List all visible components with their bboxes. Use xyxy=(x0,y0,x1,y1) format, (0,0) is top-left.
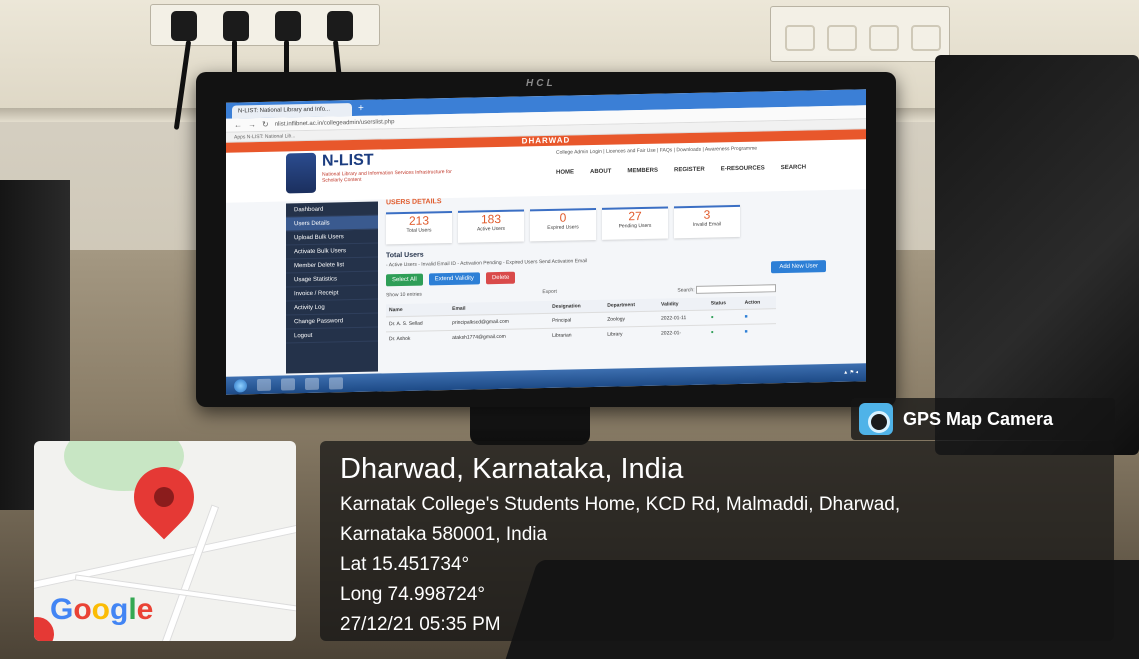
stat-label: Invalid Email xyxy=(692,221,722,228)
stats-row: 213 Total Users 183 Active Users 0 Expir… xyxy=(386,202,866,245)
delete-button[interactable]: Delete xyxy=(485,271,516,285)
location-city: Dharwad, Karnataka, India xyxy=(340,453,684,485)
stat-label: Expired Users xyxy=(547,224,579,231)
cell-department: Library xyxy=(604,326,659,342)
nav-register[interactable]: REGISTER xyxy=(674,167,705,174)
site-logo[interactable]: N-LIST National Library and Information … xyxy=(286,150,466,196)
stat-pending-users[interactable]: 27 Pending Users xyxy=(602,206,668,240)
cell-name: Dr. A. S. Sellad xyxy=(386,315,450,332)
users-content: USERS DETAILS 213 Total Users 183 Active… xyxy=(386,189,866,379)
col-action[interactable]: Action xyxy=(741,296,776,310)
back-icon[interactable]: ← xyxy=(234,120,242,129)
nav-search[interactable]: SEARCH xyxy=(781,165,806,172)
socket xyxy=(827,25,857,51)
monitor: HCL N-LIST: National Library and Info...… xyxy=(196,72,896,407)
extend-validity-button[interactable]: Extend Validity xyxy=(428,272,480,286)
new-tab-icon[interactable]: + xyxy=(358,102,364,116)
location-datetime: 27/12/21 05:35 PM xyxy=(340,614,501,635)
top-links[interactable]: College Admin Login | Licences and Fair … xyxy=(556,146,757,156)
search-input[interactable] xyxy=(696,284,776,294)
stat-value: 27 xyxy=(628,208,642,224)
add-new-user-button[interactable]: Add New User xyxy=(771,260,826,274)
taskbar-explorer-icon[interactable] xyxy=(281,378,295,391)
stat-invalid-email[interactable]: 3 Invalid Email xyxy=(674,204,740,239)
main-nav: HOME ABOUT MEMBERS REGISTER E-RESOURCES … xyxy=(556,165,806,176)
location-longitude: Long 74.998724° xyxy=(340,584,485,605)
stat-label: Total Users xyxy=(406,227,432,234)
forward-icon[interactable]: → xyxy=(248,120,256,129)
nav-members[interactable]: MEMBERS xyxy=(627,168,658,175)
users-table: Name Email Designation Department Validi… xyxy=(386,296,776,347)
gps-camera-title: GPS Map Camera xyxy=(903,408,1054,429)
col-designation[interactable]: Designation xyxy=(549,299,605,314)
cell-department: Zoology xyxy=(604,311,659,328)
power-strip-left xyxy=(150,4,380,46)
cell-designation: Principal xyxy=(549,312,605,329)
stat-value: 183 xyxy=(480,211,502,227)
cell-validity: 2022-01-11 xyxy=(658,310,708,327)
socket xyxy=(911,25,941,51)
stat-value: 213 xyxy=(408,213,430,228)
gps-camera-icon xyxy=(859,403,893,435)
logo-subtitle: National Library and Information Service… xyxy=(322,168,452,184)
cell-designation: Librarian xyxy=(549,327,605,343)
location-latitude: Lat 15.451734° xyxy=(340,554,470,575)
status-dot-icon: ● xyxy=(707,309,742,326)
reload-icon[interactable]: ↻ xyxy=(262,120,269,129)
search-label: Search: xyxy=(677,287,695,294)
admin-sidebar: Dashboard Users Details Upload Bulk User… xyxy=(286,201,378,374)
nav-about[interactable]: ABOUT xyxy=(590,169,611,175)
system-tray[interactable]: ▲ ⚑ ◂ xyxy=(843,369,858,375)
stat-total-users[interactable]: 213 Total Users xyxy=(386,210,452,245)
select-all-button[interactable]: Select All xyxy=(386,273,423,287)
stat-label: Pending Users xyxy=(618,222,652,230)
col-status[interactable]: Status xyxy=(707,296,742,311)
status-dot-icon: ● xyxy=(707,324,742,340)
location-address-line1: Karnatak College's Students Home, KCD Rd… xyxy=(340,494,901,515)
edit-icon[interactable]: ■ xyxy=(741,323,776,339)
cell-name: Dr. Ashok xyxy=(386,330,450,347)
socket xyxy=(869,25,899,51)
location-info: Dharwad, Karnataka, India Karnatak Colle… xyxy=(320,441,1114,641)
stat-expired-users[interactable]: 0 Expired Users xyxy=(530,207,596,242)
stat-value: 0 xyxy=(559,210,567,225)
search-control: Search: xyxy=(677,284,776,294)
logo-title: N-LIST xyxy=(322,151,374,170)
plug xyxy=(327,11,353,41)
power-strip-right xyxy=(770,6,950,62)
location-address-line2: Karnataka 580001, India xyxy=(340,524,548,545)
start-button-icon[interactable] xyxy=(234,378,247,393)
nav-e-resources[interactable]: E-RESOURCES xyxy=(721,165,765,172)
browser-tab[interactable]: N-LIST: National Library and Info... xyxy=(232,103,352,119)
sidebar-item-logout[interactable]: Logout xyxy=(286,327,378,344)
plug xyxy=(275,11,301,41)
taskbar-chrome-icon[interactable] xyxy=(305,377,319,391)
plug xyxy=(171,11,197,41)
cell-validity: 2022-01- xyxy=(658,325,708,341)
stat-active-users[interactable]: 183 Active Users xyxy=(458,209,524,243)
edit-icon[interactable]: ■ xyxy=(741,308,776,325)
google-logo: Google xyxy=(50,593,154,626)
location-map: Google xyxy=(34,441,296,641)
monitor-brand: HCL xyxy=(526,78,556,89)
stat-label: Active Users xyxy=(476,225,506,233)
cell-email: ataksh1774@gmail.com xyxy=(449,328,550,346)
monitor-screen: N-LIST: National Library and Info... + ←… xyxy=(226,89,866,395)
cpu-cabinet xyxy=(935,55,1139,455)
logo-emblem-icon xyxy=(286,152,316,194)
gps-camera-badge: GPS Map Camera xyxy=(851,398,1115,440)
col-department[interactable]: Department xyxy=(604,298,659,313)
export-button[interactable]: Export xyxy=(542,289,556,297)
plug xyxy=(223,11,249,41)
url-field[interactable]: nlist.inflibnet.ac.in/collegeadmin/users… xyxy=(275,119,395,128)
col-validity[interactable]: Validity xyxy=(658,297,708,312)
nav-home[interactable]: HOME xyxy=(556,169,574,175)
taskbar-app-icon[interactable] xyxy=(329,377,343,390)
show-entries-select[interactable]: Show 10 entries xyxy=(386,292,422,301)
taskbar-ie-icon[interactable] xyxy=(257,378,271,392)
socket xyxy=(785,25,815,51)
stat-value: 3 xyxy=(703,207,711,222)
